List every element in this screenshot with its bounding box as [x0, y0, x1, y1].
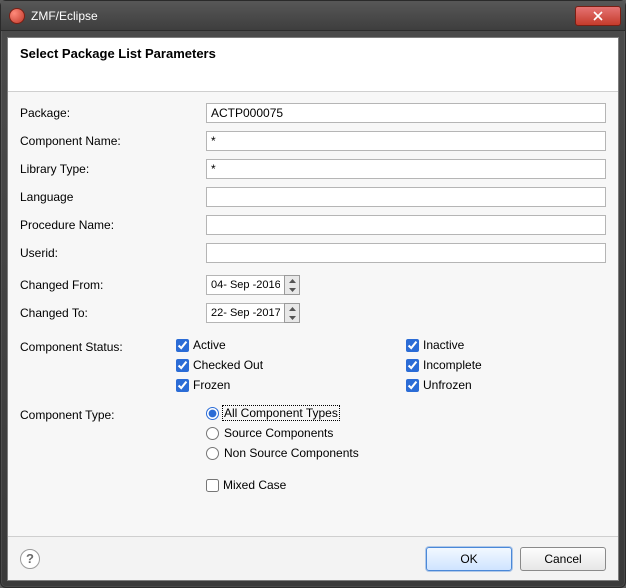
cancel-button[interactable]: Cancel [520, 547, 606, 571]
changed-to-field[interactable] [206, 303, 284, 323]
client-area: Select Package List Parameters Package: … [7, 37, 619, 581]
procedure-name-field[interactable] [206, 215, 606, 235]
form-area: Package: Component Name: Library Type: L… [8, 92, 618, 536]
component-name-field[interactable] [206, 131, 606, 151]
checkbox-frozen[interactable]: Frozen [176, 378, 406, 392]
status-group: Active Inactive Checked Out Incomplete F… [176, 338, 606, 392]
label-component-status: Component Status: [20, 338, 176, 354]
titlebar[interactable]: ZMF/Eclipse [1, 1, 625, 31]
page-title: Select Package List Parameters [20, 46, 606, 61]
spinner-up-icon[interactable] [285, 276, 299, 285]
checkbox-label: Mixed Case [223, 478, 286, 492]
label-userid: Userid: [20, 246, 206, 260]
radio-source[interactable]: Source Components [206, 426, 360, 440]
checkbox-checked-out[interactable]: Checked Out [176, 358, 406, 372]
help-button[interactable]: ? [20, 549, 40, 569]
checkbox-incomplete[interactable]: Incomplete [406, 358, 606, 372]
spinner-down-icon[interactable] [285, 313, 299, 322]
spinner-down-icon[interactable] [285, 285, 299, 294]
checkbox-label: Incomplete [423, 358, 482, 372]
label-library-type: Library Type: [20, 162, 206, 176]
label-changed-to: Changed To: [20, 306, 206, 320]
radio-label: Non Source Components [223, 446, 360, 460]
label-component-type: Component Type: [20, 406, 206, 422]
checkbox-unfrozen[interactable]: Unfrozen [406, 378, 606, 392]
checkbox-label: Unfrozen [423, 378, 472, 392]
changed-to-spinner[interactable] [284, 303, 300, 323]
type-group: All Component Types Source Components No… [206, 406, 360, 460]
app-icon [9, 8, 25, 24]
radio-label: All Component Types [223, 406, 339, 420]
userid-field[interactable] [206, 243, 606, 263]
package-field[interactable] [206, 103, 606, 123]
changed-from-field[interactable] [206, 275, 284, 295]
language-field[interactable] [206, 187, 606, 207]
checkbox-label: Checked Out [193, 358, 263, 372]
changed-from-spinner[interactable] [284, 275, 300, 295]
label-component-name: Component Name: [20, 134, 206, 148]
library-type-field[interactable] [206, 159, 606, 179]
label-procedure-name: Procedure Name: [20, 218, 206, 232]
close-icon [593, 11, 603, 21]
label-changed-from: Changed From: [20, 278, 206, 292]
checkbox-inactive[interactable]: Inactive [406, 338, 606, 352]
radio-all-types[interactable]: All Component Types [206, 406, 360, 420]
banner: Select Package List Parameters [8, 38, 618, 92]
close-button[interactable] [575, 6, 621, 26]
checkbox-active[interactable]: Active [176, 338, 406, 352]
window-title: ZMF/Eclipse [31, 9, 98, 23]
radio-label: Source Components [223, 426, 334, 440]
label-package: Package: [20, 106, 206, 120]
checkbox-label: Active [193, 338, 226, 352]
checkbox-label: Frozen [193, 378, 230, 392]
help-icon: ? [26, 551, 34, 566]
checkbox-mixed-case[interactable]: Mixed Case [206, 478, 286, 492]
radio-non-source[interactable]: Non Source Components [206, 446, 360, 460]
label-language: Language [20, 190, 206, 204]
checkbox-label: Inactive [423, 338, 464, 352]
ok-button[interactable]: OK [426, 547, 512, 571]
button-bar: ? OK Cancel [8, 536, 618, 580]
dialog-window: ZMF/Eclipse Select Package List Paramete… [0, 0, 626, 588]
spinner-up-icon[interactable] [285, 304, 299, 313]
